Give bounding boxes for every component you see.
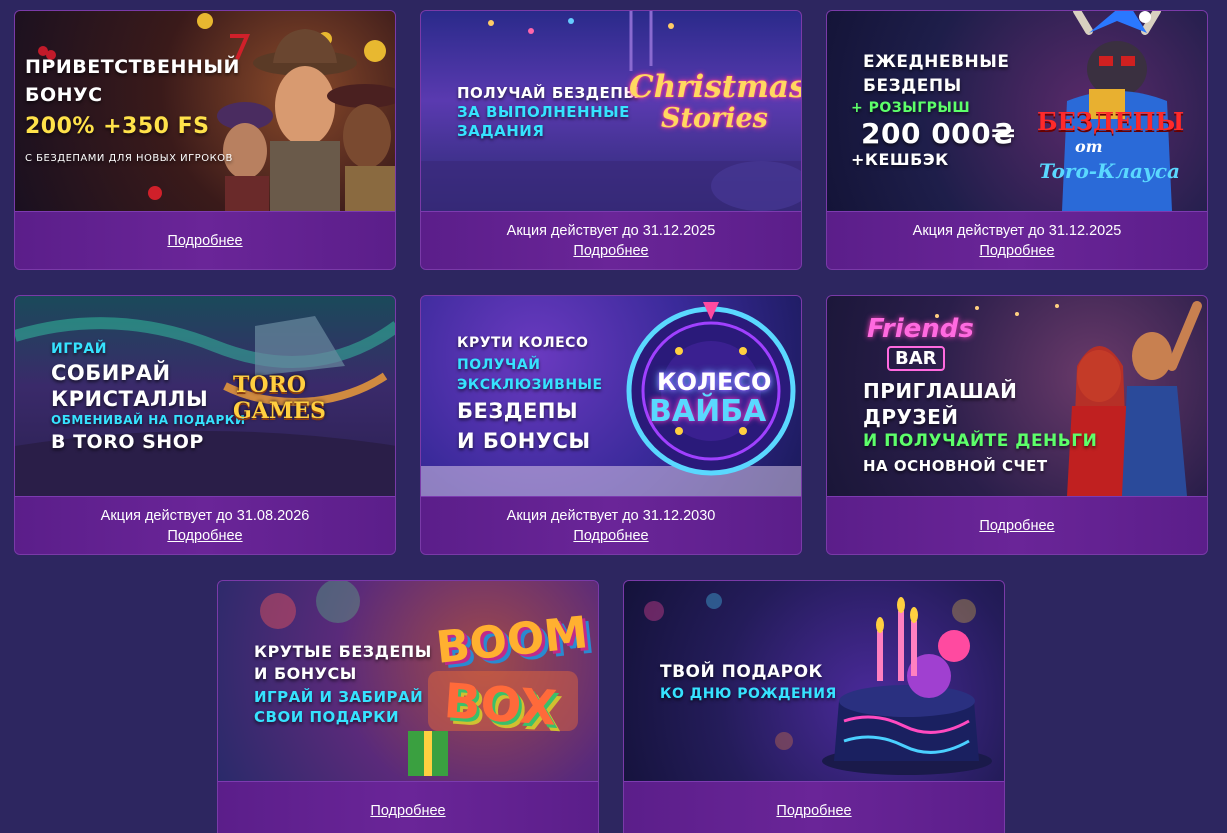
promo-date: Акция действует до 31.12.2025 (912, 222, 1122, 239)
christmas-logo-line1: Christmas (629, 69, 801, 105)
banner-subtitle: С БЕЗДЕПАМИ ДЛЯ НОВЫХ ИГРОКОВ (25, 153, 233, 164)
promo-footer: Акция действует до 31.12.2030 Подробнее (421, 496, 801, 554)
promo-banner[interactable]: ПРИВЕТСТВЕННЫЙ БОНУС 200% +350 FS С БЕЗД… (15, 11, 395, 211)
promo-card-birthday-gift[interactable]: ТВОЙ ПОДАРОК КО ДНЮ РОЖДЕНИЯ Подробнее (623, 580, 1005, 833)
bezdepy-logo: БЕЗДЕПЫ (1037, 107, 1185, 136)
box-logo: BOX (442, 673, 559, 737)
banner-subtitle: КО ДНЮ РОЖДЕНИЯ (660, 686, 837, 702)
promo-footer: Подробнее (827, 496, 1207, 554)
banner-main-account: НА ОСНОВНОЙ СЧЕТ (863, 457, 1048, 475)
banner-title-2: И БОНУСЫ (254, 664, 357, 683)
promo-date: Акция действует до 31.12.2030 (506, 507, 716, 524)
banner-play-take: ИГРАЙ И ЗАБИРАЙ (254, 688, 424, 706)
more-link[interactable]: Подробнее (167, 231, 242, 251)
promo-banner[interactable]: ЕЖЕДНЕВНЫЕ БЕЗДЕПЫ + РОЗЫГРЫШ 200 000₴ +… (827, 11, 1207, 211)
banner-title: ПОЛУЧАЙ БЕЗДЕПЫ (457, 84, 640, 102)
more-link[interactable]: Подробнее (573, 241, 648, 261)
promo-card-christmas-stories[interactable]: ПОЛУЧАЙ БЕЗДЕПЫ ЗА ВЫПОЛНЕННЫЕ ЗАДАНИЯ C… (420, 10, 802, 270)
promo-banner[interactable]: ТВОЙ ПОДАРОК КО ДНЮ РОЖДЕНИЯ (624, 581, 1004, 781)
more-link[interactable]: Подробнее (776, 801, 851, 821)
promo-card-toro-games[interactable]: ИГРАЙ СОБИРАЙ КРИСТАЛЛЫ ОБМЕНИВАЙ НА ПОД… (14, 295, 396, 555)
banner-title: КРУТЫЕ БЕЗДЕПЫ (254, 642, 432, 661)
cowboys-illustration (38, 13, 395, 211)
promo-banner[interactable]: ИГРАЙ СОБИРАЙ КРИСТАЛЛЫ ОБМЕНИВАЙ НА ПОД… (15, 296, 395, 496)
bezdepy-logo-ot: от (1075, 137, 1103, 156)
promo-banner[interactable]: КРУТЫЕ БЕЗДЕПЫ И БОНУСЫ ИГРАЙ И ЗАБИРАЙ … (218, 581, 598, 781)
banner-title: ПРИВЕТСТВЕННЫЙ (25, 56, 240, 78)
banner-play: ИГРАЙ (51, 341, 107, 357)
promo-footer: Акция действует до 31.08.2026 Подробнее (15, 496, 395, 554)
more-link[interactable]: Подробнее (979, 516, 1054, 536)
promo-footer: Подробнее (15, 211, 395, 269)
more-link[interactable]: Подробнее (167, 526, 242, 546)
toro-games-logo: TORO GAMES (233, 372, 326, 424)
banner-prize-amount: 200 000₴ (861, 117, 1016, 150)
banner-prize-label: + РОЗЫГРЫШ (851, 100, 971, 116)
promo-card-welcome-bonus[interactable]: ПРИВЕТСТВЕННЫЙ БОНУС 200% +350 FS С БЕЗД… (14, 10, 396, 270)
banner-title-2: ДРУЗЕЙ (863, 405, 959, 429)
wheel-logo-line1: КОЛЕСО (657, 368, 772, 396)
banner-exclusive: ЭКСКЛЮЗИВНЫЕ (457, 377, 603, 393)
promo-banner[interactable]: Friends BAR ПРИГЛАШАЙ ДРУЗЕЙ И ПОЛУЧАЙТЕ… (827, 296, 1207, 496)
promo-card-daily-bezdepy[interactable]: ЕЖЕДНЕВНЫЕ БЕЗДЕПЫ + РОЗЫГРЫШ 200 000₴ +… (826, 10, 1208, 270)
toro-klaus-logo: Toro-Клауса (1039, 159, 1180, 183)
more-link[interactable]: Подробнее (573, 526, 648, 546)
banner-title-2: БОНУС (25, 84, 103, 106)
banner-title-3: ЗАДАНИЯ (457, 122, 545, 140)
promo-card-friends-bar[interactable]: Friends BAR ПРИГЛАШАЙ ДРУЗЕЙ И ПОЛУЧАЙТЕ… (826, 295, 1208, 555)
banner-exchange: ОБМЕНИВАЙ НА ПОДАРКИ (51, 413, 246, 427)
banner-title-2: КРИСТАЛЛЫ (51, 387, 209, 411)
banner-shop: В TORO SHOP (51, 431, 204, 453)
banner-your-gifts: СВОИ ПОДАРКИ (254, 708, 400, 726)
banner-title: ПРИГЛАШАЙ (863, 379, 1018, 403)
friends-logo: Friends (867, 314, 974, 344)
banner-title: ЕЖЕДНЕВНЫЕ (863, 52, 1010, 72)
bar-logo: BAR (887, 346, 945, 371)
banner-get: ПОЛУЧАЙ (457, 357, 541, 373)
promo-footer: Подробнее (624, 781, 1004, 833)
banner-title: СОБИРАЙ (51, 361, 171, 385)
promo-date: Акция действует до 31.12.2025 (506, 222, 716, 239)
promo-date: Акция действует до 31.08.2026 (100, 507, 310, 524)
banner-get-money: И ПОЛУЧАЙТЕ ДЕНЬГИ (863, 431, 1098, 451)
promotions-grid: ПРИВЕТСТВЕННЫЙ БОНУС 200% +350 FS С БЕЗД… (0, 0, 1227, 833)
more-link[interactable]: Подробнее (979, 241, 1054, 261)
promo-banner[interactable]: ПОЛУЧАЙ БЕЗДЕПЫ ЗА ВЫПОЛНЕННЫЕ ЗАДАНИЯ C… (421, 11, 801, 211)
promo-footer: Подробнее (218, 781, 598, 833)
bonus-amount: 200% +350 FS (25, 114, 210, 139)
christmas-logo-line2: Stories (661, 103, 768, 134)
banner-title: ТВОЙ ПОДАРОК (660, 662, 823, 682)
promo-card-boom-box[interactable]: КРУТЫЕ БЕЗДЕПЫ И БОНУСЫ ИГРАЙ И ЗАБИРАЙ … (217, 580, 599, 833)
banner-spin: КРУТИ КОЛЕСО (457, 335, 589, 351)
promo-banner[interactable]: КРУТИ КОЛЕСО ПОЛУЧАЙ ЭКСКЛЮЗИВНЫЕ БЕЗДЕП… (421, 296, 801, 496)
more-link[interactable]: Подробнее (370, 801, 445, 821)
wheel-logo-line2: ВАЙБА (649, 394, 767, 429)
banner-title-2: И БОНУСЫ (457, 429, 591, 453)
banner-title: БЕЗДЕПЫ (457, 399, 579, 423)
promo-footer: Акция действует до 31.12.2025 Подробнее (827, 211, 1207, 269)
banner-title-2: ЗА ВЫПОЛНЕННЫЕ (457, 103, 630, 121)
banner-cashback: +КЕШБЭК (851, 150, 949, 169)
promo-card-wheel-of-vibe[interactable]: КРУТИ КОЛЕСО ПОЛУЧАЙ ЭКСКЛЮЗИВНЫЕ БЕЗДЕП… (420, 295, 802, 555)
promo-footer: Акция действует до 31.12.2025 Подробнее (421, 211, 801, 269)
banner-title-2: БЕЗДЕПЫ (863, 76, 962, 96)
